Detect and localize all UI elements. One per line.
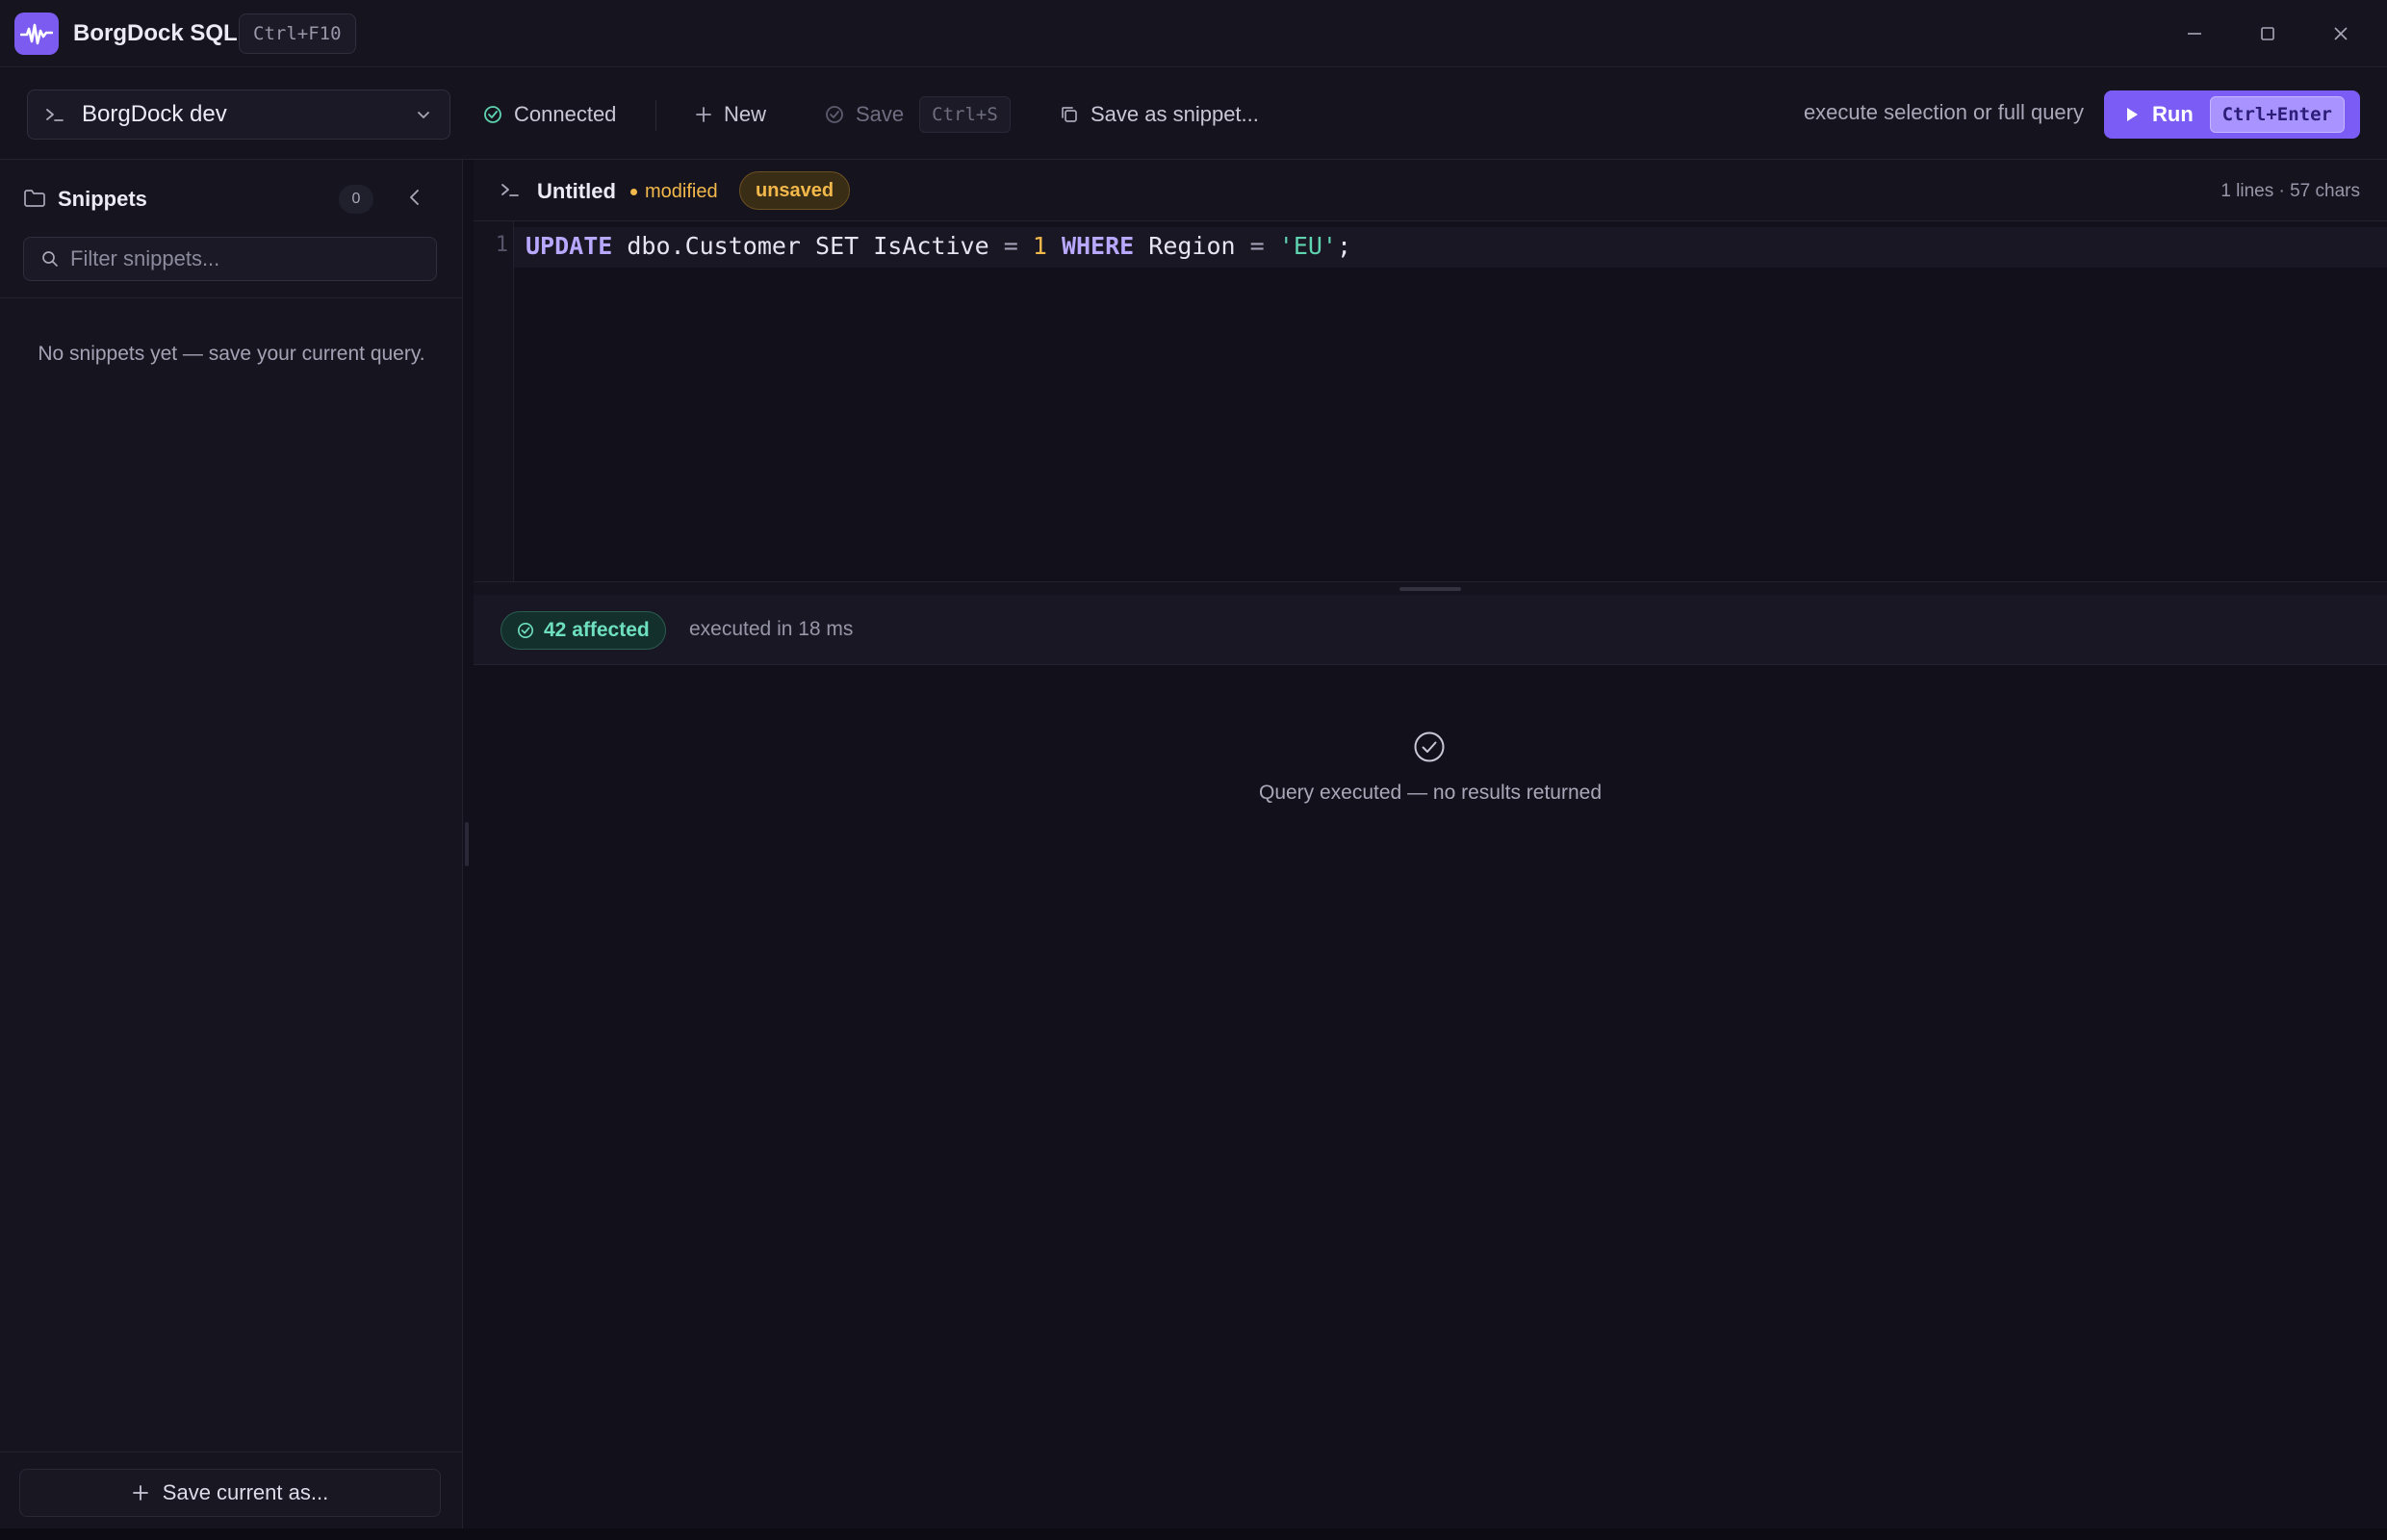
status-strip: [0, 1528, 2387, 1540]
code-token: UPDATE: [526, 232, 613, 260]
result-message: Query executed — no results returned: [1258, 782, 1602, 804]
execution-time: executed in 18 ms: [689, 618, 854, 640]
run-shortcut-badge: Ctrl+Enter: [2209, 96, 2345, 133]
run-hint: execute selection or full query: [1803, 100, 2084, 124]
toolbar-divider: [655, 100, 656, 131]
results-header: 42 affected executed in 18 ms: [474, 595, 2387, 665]
connection-name: BorgDock dev: [82, 101, 227, 127]
connection-select[interactable]: BorgDock dev: [27, 90, 450, 140]
close-icon: [2334, 27, 2348, 40]
check-circle-icon: [484, 106, 501, 123]
run-button[interactable]: Run Ctrl+Enter: [2104, 90, 2360, 139]
results-panel: Query executed — no results returned: [474, 665, 2387, 1528]
copy-icon: [1062, 107, 1077, 122]
query-title[interactable]: Untitled: [537, 179, 616, 204]
run-label: Run: [2152, 102, 2194, 126]
save-shortcut-badge: Ctrl+S: [919, 96, 1011, 133]
save-current-label: Save current as...: [162, 1480, 329, 1504]
snippet-filter[interactable]: [23, 237, 437, 281]
empty-snippets-message: No snippets yet — save your current quer…: [38, 343, 425, 365]
rows-affected-label: 42 affected: [544, 619, 650, 641]
editor-tab-header: Untitled modified unsaved 1 lines · 57 c…: [474, 160, 2387, 221]
chevron-down-icon: [418, 112, 429, 118]
app-title: BorgDock SQL: [73, 20, 238, 46]
minimize-button[interactable]: [2177, 16, 2212, 51]
results-resize-handle[interactable]: [1399, 587, 1461, 591]
folder-icon: [24, 190, 45, 207]
sidebar-footer-divider: [0, 1451, 463, 1452]
search-icon: [42, 251, 58, 267]
snippets-sidebar: Snippets 0 No snippets yet — save your c…: [0, 160, 463, 1540]
code-token: WHERE: [1061, 232, 1135, 260]
check-circle-icon: [826, 106, 843, 123]
modified-indicator: modified: [630, 181, 718, 203]
unsaved-badge: unsaved: [739, 171, 851, 210]
plus-icon: [696, 107, 711, 122]
toolbar: BorgDock dev Connected New Save Ctrl+S S…: [0, 68, 2387, 160]
app-shortcut-badge: Ctrl+F10: [239, 13, 356, 54]
connection-status: Connected: [483, 97, 616, 132]
code-line[interactable]: UPDATE dbo.Customer SET IsActive = 1 WHE…: [526, 232, 1351, 260]
save-label: Save: [856, 102, 905, 126]
plus-icon: [132, 1485, 148, 1501]
snippet-filter-input[interactable]: [70, 246, 417, 271]
save-current-button[interactable]: Save current as...: [19, 1469, 441, 1517]
app-logo-icon: [14, 13, 59, 55]
code-token: ;: [1336, 232, 1352, 260]
sidebar-divider: [0, 297, 463, 298]
new-query-button[interactable]: New: [695, 97, 766, 132]
snippet-count-badge: 0: [339, 185, 373, 214]
check-circle-icon: [1414, 732, 1445, 762]
new-query-label: New: [724, 102, 767, 126]
modified-dot-icon: [630, 189, 637, 195]
save-as-snippet-button[interactable]: Save as snippet...: [1060, 97, 1259, 132]
sidebar-title: Snippets: [58, 187, 147, 211]
close-window-button[interactable]: [2323, 16, 2358, 51]
play-icon: [2127, 108, 2138, 121]
save-button[interactable]: Save Ctrl+S: [825, 96, 1011, 133]
line-gutter: 1: [474, 221, 514, 581]
line-number: 1: [495, 233, 508, 257]
title-bar: BorgDock SQL Ctrl+F10: [0, 0, 2387, 67]
code-token: =: [1003, 232, 1018, 260]
save-as-snippet-label: Save as snippet...: [1091, 102, 1259, 126]
sql-editor[interactable]: 1 UPDATE dbo.Customer SET IsActive = 1 W…: [474, 221, 2387, 581]
check-circle-icon: [517, 622, 534, 639]
code-token: =: [1249, 232, 1265, 260]
terminal-icon: [46, 109, 64, 121]
rows-affected-badge: 42 affected: [500, 611, 666, 650]
maximize-icon: [2261, 27, 2274, 40]
sidebar-header: Snippets 0: [0, 160, 463, 235]
minimize-icon: [2188, 33, 2201, 35]
maximize-button[interactable]: [2250, 16, 2285, 51]
editor-stats: 1 lines · 57 chars: [2220, 181, 2360, 201]
sidebar-resize-handle[interactable]: [465, 822, 469, 866]
code-token: Region: [1134, 232, 1250, 260]
code-token: dbo.Customer SET IsActive: [612, 232, 1004, 260]
terminal-icon: [501, 184, 519, 196]
code-token: 'EU': [1278, 232, 1337, 260]
code-token: 1: [1032, 232, 1047, 260]
modified-label: modified: [645, 181, 718, 202]
chevron-left-icon[interactable]: [404, 187, 425, 208]
connection-status-label: Connected: [514, 102, 617, 126]
